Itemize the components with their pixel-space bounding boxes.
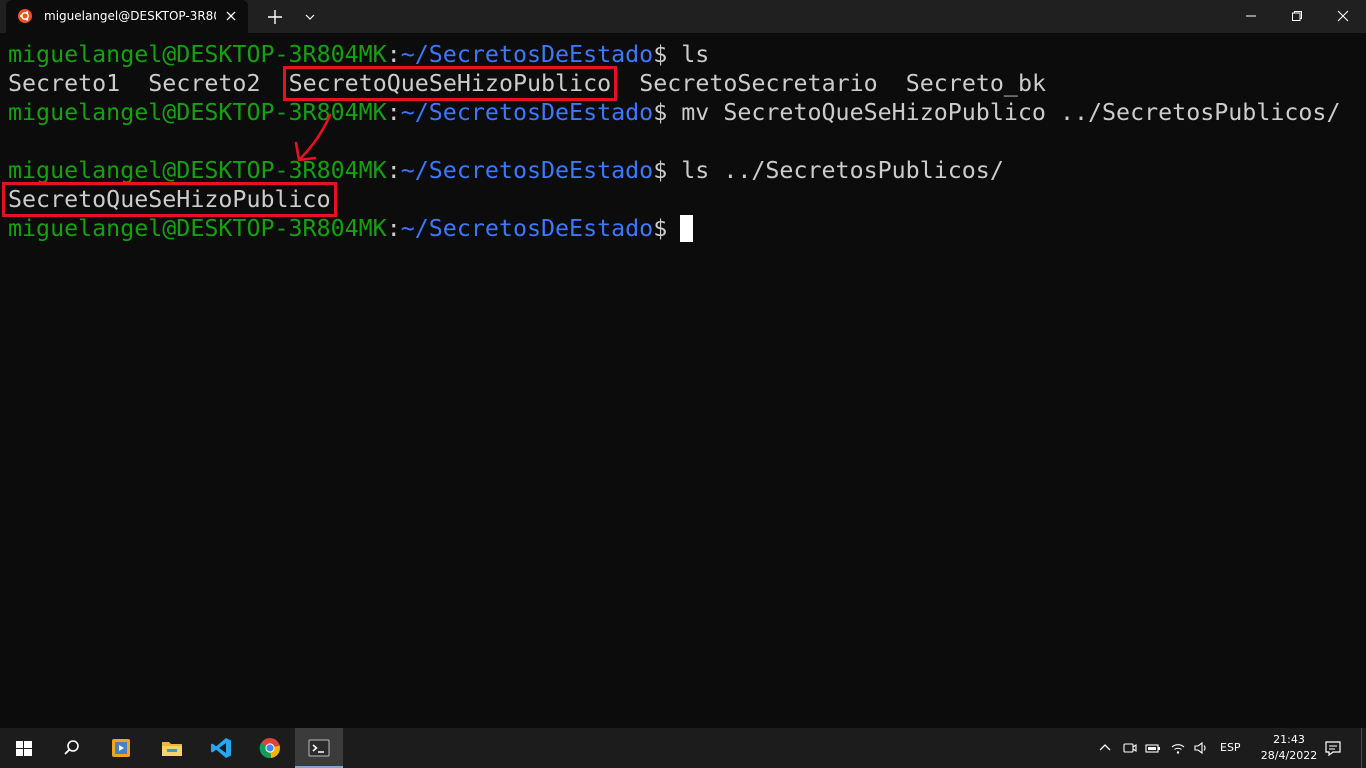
minimize-button[interactable] (1228, 0, 1274, 32)
clock-time[interactable]: 21:43 (1256, 732, 1322, 747)
windows-start-icon (16, 741, 32, 756)
terminal-icon (308, 739, 330, 757)
close-window-button[interactable] (1320, 0, 1366, 32)
close-tab-icon[interactable] (224, 9, 238, 23)
terminal-tab[interactable]: miguelangel@DESKTOP-3R804MK: ~/SecretosD… (6, 0, 248, 33)
search-icon (64, 740, 79, 755)
camera-icon[interactable] (1122, 740, 1138, 756)
taskbar-app-media-player[interactable] (97, 728, 145, 768)
taskbar-app-vscode[interactable] (197, 728, 245, 768)
ubuntu-icon (18, 9, 32, 23)
wifi-icon[interactable] (1170, 740, 1186, 756)
minimize-icon (1246, 15, 1256, 17)
prompt-separator: : (386, 99, 401, 126)
highlighted-file-name: SecretoQueSeHizoPublico (2, 182, 337, 217)
text-cursor (680, 215, 693, 242)
prompt-path: ~/SecretosDeEstado (400, 157, 654, 184)
tab-title: miguelangel@DESKTOP-3R804MK: ~/SecretosD… (44, 9, 216, 23)
annotation-arrow-icon (294, 113, 332, 162)
show-desktop-button[interactable] (1361, 728, 1366, 768)
taskbar-app-chrome[interactable] (246, 728, 294, 768)
notification-icon[interactable] (1324, 739, 1342, 757)
terminal-line: SecretoQueSeHizoPublico (2, 182, 337, 217)
restore-icon (1292, 11, 1302, 21)
chrome-icon (259, 738, 280, 759)
file-explorer-icon (162, 742, 182, 756)
prompt-path: ~/SecretosDeEstado (400, 41, 654, 68)
taskbar-app-file-explorer[interactable] (148, 728, 196, 768)
input-language[interactable]: ESP (1220, 740, 1241, 756)
command-text: $ ls ../SecretosPublicos/ (653, 157, 1004, 184)
file-name: SecretoSecretario (639, 70, 878, 97)
file-name: Secreto_bk (905, 70, 1047, 97)
prompt-separator: : (386, 215, 401, 242)
highlighted-file-name: SecretoQueSeHizoPublico (282, 66, 618, 101)
prompt-path: ~/SecretosDeEstado (400, 99, 654, 126)
command-text: $ mv SecretoQueSeHizoPublico ../Secretos… (653, 99, 1341, 126)
prompt-separator: : (386, 41, 401, 68)
vscode-icon (211, 738, 231, 758)
taskbar-app-terminal[interactable] (295, 728, 343, 768)
prompt-user: miguelangel@DESKTOP-3R804MK (8, 215, 387, 242)
start-button[interactable] (0, 728, 48, 768)
maximize-button[interactable] (1274, 0, 1320, 32)
command-text: $ (653, 215, 682, 242)
terminal-line: Secreto1 Secreto2 SecretoQueSeHizoPublic… (8, 66, 1047, 101)
terminal-line: miguelangel@DESKTOP-3R804MK:~/SecretosDe… (8, 156, 1004, 185)
prompt-user: miguelangel@DESKTOP-3R804MK (8, 41, 387, 68)
terminal-line: miguelangel@DESKTOP-3R804MK:~/SecretosDe… (8, 214, 681, 243)
terminal-line: miguelangel@DESKTOP-3R804MK:~/SecretosDe… (8, 98, 1340, 127)
battery-icon[interactable] (1145, 740, 1161, 756)
file-name: Secreto1 (8, 70, 121, 97)
media-player-icon (112, 739, 130, 757)
chevron-up-icon[interactable] (1097, 740, 1113, 756)
command-text: $ ls (653, 41, 710, 68)
terminal-output[interactable]: miguelangel@DESKTOP-3R804MK:~/SecretosDe… (0, 33, 1366, 728)
prompt-separator: : (386, 157, 401, 184)
chevron-down-icon[interactable] (300, 6, 320, 28)
clock-date[interactable]: 28/4/2022 (1250, 748, 1328, 763)
search-button[interactable] (48, 728, 96, 768)
title-bar: miguelangel@DESKTOP-3R804MK: ~/SecretosD… (0, 0, 1366, 33)
close-icon (1337, 10, 1349, 22)
file-name: Secreto2 (148, 70, 261, 97)
volume-icon[interactable] (1193, 740, 1209, 756)
new-tab-icon[interactable] (264, 6, 286, 28)
prompt-path: ~/SecretosDeEstado (400, 215, 654, 242)
taskbar: ESP 21:43 28/4/2022 (0, 728, 1366, 768)
terminal-line: miguelangel@DESKTOP-3R804MK:~/SecretosDe… (8, 40, 709, 69)
